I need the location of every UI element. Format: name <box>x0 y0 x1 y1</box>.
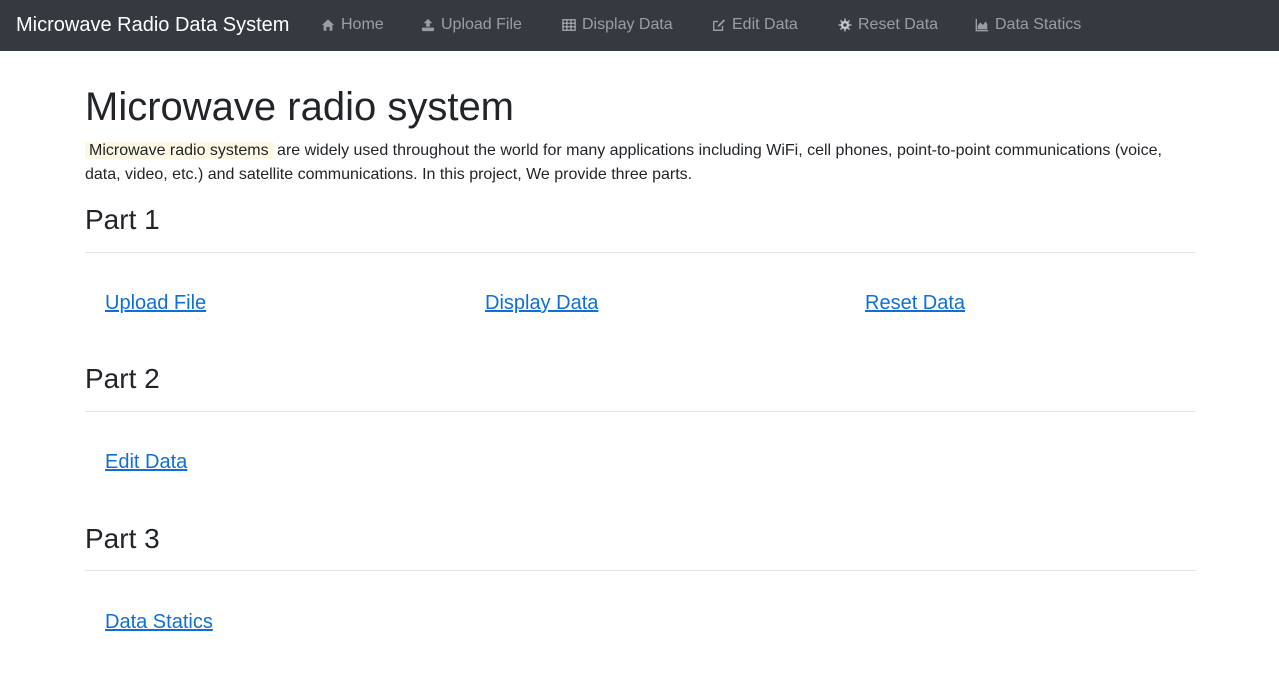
nav-item-upload-file[interactable]: Upload File <box>421 13 522 37</box>
reset-data-link[interactable]: Reset Data <box>865 291 965 315</box>
display-data-link[interactable]: Display Data <box>485 291 598 315</box>
edit-data-link[interactable]: Edit Data <box>105 450 187 474</box>
nav-item-label: Edit Data <box>732 16 798 33</box>
navbar-brand[interactable]: Microwave Radio Data System <box>16 12 289 38</box>
edit-icon <box>712 18 726 32</box>
nav-item-display-data[interactable]: Display Data <box>562 13 673 37</box>
intro-highlight: Microwave radio systems <box>85 142 273 159</box>
intro-paragraph: Microwave radio systems are widely used … <box>85 139 1200 187</box>
nav-item-label: Reset Data <box>858 16 939 33</box>
part-2-divider <box>85 411 1196 412</box>
nav-item-label: Upload File <box>441 16 522 33</box>
nav-item-reset-data[interactable]: Reset Data <box>838 13 938 37</box>
upload-icon <box>421 18 435 32</box>
data-statics-link[interactable]: Data Statics <box>105 610 213 634</box>
nav-item-edit-data[interactable]: Edit Data <box>712 13 798 37</box>
part-2-heading: Part 2 <box>85 363 160 394</box>
nav-item-label: Display Data <box>582 16 673 33</box>
area-chart-icon <box>975 18 989 32</box>
gear-icon <box>838 18 852 32</box>
table-icon <box>562 18 576 32</box>
part-3-heading: Part 3 <box>85 523 160 554</box>
part-1-heading: Part 1 <box>85 204 160 235</box>
part-1-divider <box>85 252 1196 253</box>
page-title: Microwave radio system <box>85 85 515 129</box>
nav-item-label: Data Statics <box>995 16 1082 33</box>
top-navbar: Microwave Radio Data System Home Upload … <box>0 0 1279 51</box>
home-icon <box>321 18 335 32</box>
part-3-divider <box>85 570 1196 571</box>
upload-file-link[interactable]: Upload File <box>105 291 206 315</box>
nav-item-data-statics[interactable]: Data Statics <box>975 13 1081 37</box>
nav-item-label: Home <box>341 16 384 33</box>
nav-item-home[interactable]: Home <box>321 13 384 37</box>
